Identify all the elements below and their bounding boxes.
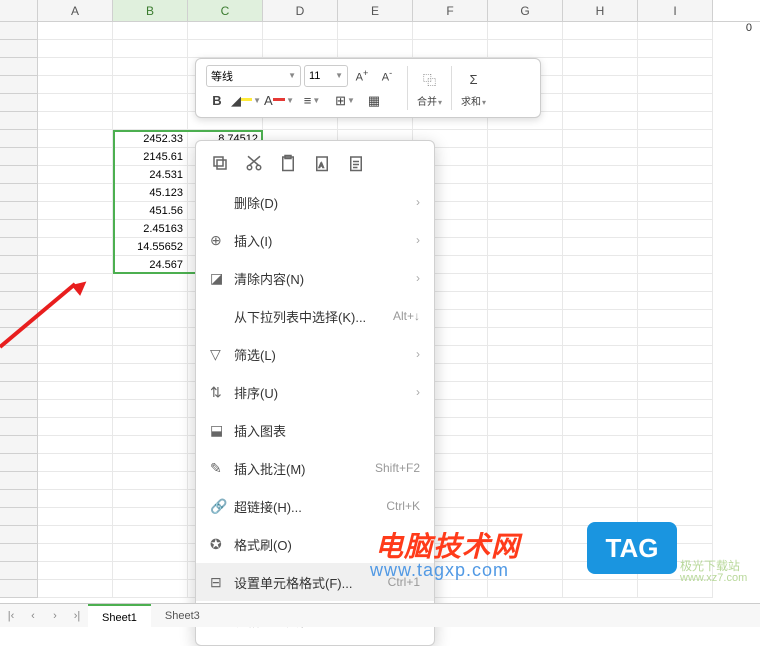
cell-b14[interactable]: 24.567 <box>113 256 188 274</box>
chevron-right-icon: › <box>416 195 420 209</box>
border-button[interactable]: ⊞▼ <box>330 90 360 112</box>
highlight-button[interactable]: ◢▼ <box>231 90 261 112</box>
chevron-right-icon: › <box>416 271 420 285</box>
ctx-filter[interactable]: ▽筛选(L)› <box>196 335 434 373</box>
tab-prev-button[interactable]: ‹ <box>22 610 44 622</box>
border-icon: ⊞ <box>335 93 346 109</box>
watermark-url: www.tagxp.com <box>370 560 509 581</box>
tab-first-button[interactable]: |‹ <box>0 610 22 622</box>
ctx-delete[interactable]: 删除(D)› <box>196 183 434 221</box>
font-size-select[interactable]: 11▼ <box>304 65 348 87</box>
cell-b8[interactable]: 2145.61 <box>113 148 188 166</box>
align-button[interactable]: ≡▼ <box>297 90 327 112</box>
cut-icon[interactable] <box>244 153 264 173</box>
merge-label: 合并▾ <box>417 93 442 108</box>
paint-bucket-icon: ◢ <box>231 93 241 109</box>
col-header-a[interactable]: A <box>38 0 113 21</box>
ctx-clear[interactable]: ◪清除内容(N)› <box>196 259 434 297</box>
col-header-d[interactable]: D <box>263 0 338 21</box>
autosum-label: 求和▾ <box>461 93 486 108</box>
col-header-b[interactable]: B <box>113 0 188 21</box>
watermark-site-url: www.xz7.com <box>680 572 747 584</box>
cell-b7[interactable]: 2452.33 <box>113 130 188 148</box>
col-header-f[interactable]: F <box>413 0 488 21</box>
ctx-comment[interactable]: ✎插入批注(M)Shift+F2 <box>196 449 434 487</box>
mini-toolbar: 等线▼ 11▼ A+ A- B ◢▼ A▼ ≡▼ ⊞▼ ▦ ⿻ 合并▾ Σ 求和… <box>195 58 541 118</box>
cell-b11[interactable]: 451.56 <box>113 202 188 220</box>
tab-next-button[interactable]: › <box>44 610 66 622</box>
tag-badge: TAG <box>587 522 677 574</box>
chevron-right-icon: › <box>416 385 420 399</box>
col-header-c[interactable]: C <box>188 0 263 21</box>
sort-icon: ⇅ <box>210 384 234 401</box>
column-headers: A B C D E F G H I <box>0 0 760 22</box>
svg-text:A: A <box>319 163 324 170</box>
ctx-hyperlink[interactable]: 🔗超链接(H)...Ctrl+K <box>196 487 434 525</box>
cells-icon: ▦ <box>368 93 380 109</box>
align-icon: ≡ <box>304 93 312 108</box>
merge-icon: ⿻ <box>423 70 436 89</box>
ctx-chart[interactable]: ⬓插入图表 <box>196 411 434 449</box>
col-header-g[interactable]: G <box>488 0 563 21</box>
watermark-title: 电脑技术网 <box>375 525 520 565</box>
paste-special-icon[interactable] <box>346 153 366 173</box>
tab-last-button[interactable]: ›| <box>66 610 88 622</box>
cell-b13[interactable]: 14.55652 <box>113 238 188 256</box>
chevron-down-icon: ▼ <box>288 71 296 80</box>
col-header-e[interactable]: E <box>338 0 413 21</box>
increase-font-button[interactable]: A+ <box>351 65 373 87</box>
funnel-icon: ▽ <box>210 346 234 363</box>
cell-b9[interactable]: 24.531 <box>113 166 188 184</box>
insert-icon: ⊕ <box>210 232 234 249</box>
chevron-right-icon: › <box>416 347 420 361</box>
chart-icon: ⬓ <box>210 422 234 439</box>
link-icon: 🔗 <box>210 498 234 515</box>
col-header-i[interactable]: I <box>638 0 713 21</box>
paste-text-icon[interactable]: A <box>312 153 332 173</box>
chevron-down-icon: ▼ <box>335 71 343 80</box>
ctx-sort[interactable]: ⇅排序(U)› <box>196 373 434 411</box>
sheet-tabs: |‹ ‹ › ›| Sheet1 Sheet3 <box>0 603 760 627</box>
paste-icon[interactable] <box>278 153 298 173</box>
decrease-font-button[interactable]: A- <box>376 65 398 87</box>
ctx-dropdown-select[interactable]: 从下拉列表中选择(K)...Alt+↓ <box>196 297 434 335</box>
cell-b10[interactable]: 45.123 <box>113 184 188 202</box>
sheet-tab-1[interactable]: Sheet1 <box>88 604 151 628</box>
format-icon: ⊟ <box>210 574 234 591</box>
autosum-button[interactable]: Σ <box>463 68 485 90</box>
comment-icon: ✎ <box>210 460 234 477</box>
sheet-tab-3[interactable]: Sheet3 <box>151 604 214 628</box>
chevron-right-icon: › <box>416 233 420 247</box>
copy-icon[interactable] <box>210 153 230 173</box>
font-color-icon: A <box>264 93 273 108</box>
brush-icon: ✪ <box>210 536 234 553</box>
sigma-icon: Σ <box>469 72 477 87</box>
font-color-button[interactable]: A▼ <box>264 90 294 112</box>
font-name-select[interactable]: 等线▼ <box>206 65 301 87</box>
format-cells-button[interactable]: ▦ <box>363 90 385 112</box>
select-all-corner[interactable] <box>0 0 38 21</box>
eraser-icon: ◪ <box>210 270 234 287</box>
col-header-h[interactable]: H <box>563 0 638 21</box>
merge-button[interactable]: ⿻ <box>419 68 441 90</box>
cell-b12[interactable]: 2.45163 <box>113 220 188 238</box>
ctx-insert[interactable]: ⊕插入(I)› <box>196 221 434 259</box>
bold-button[interactable]: B <box>206 90 228 112</box>
